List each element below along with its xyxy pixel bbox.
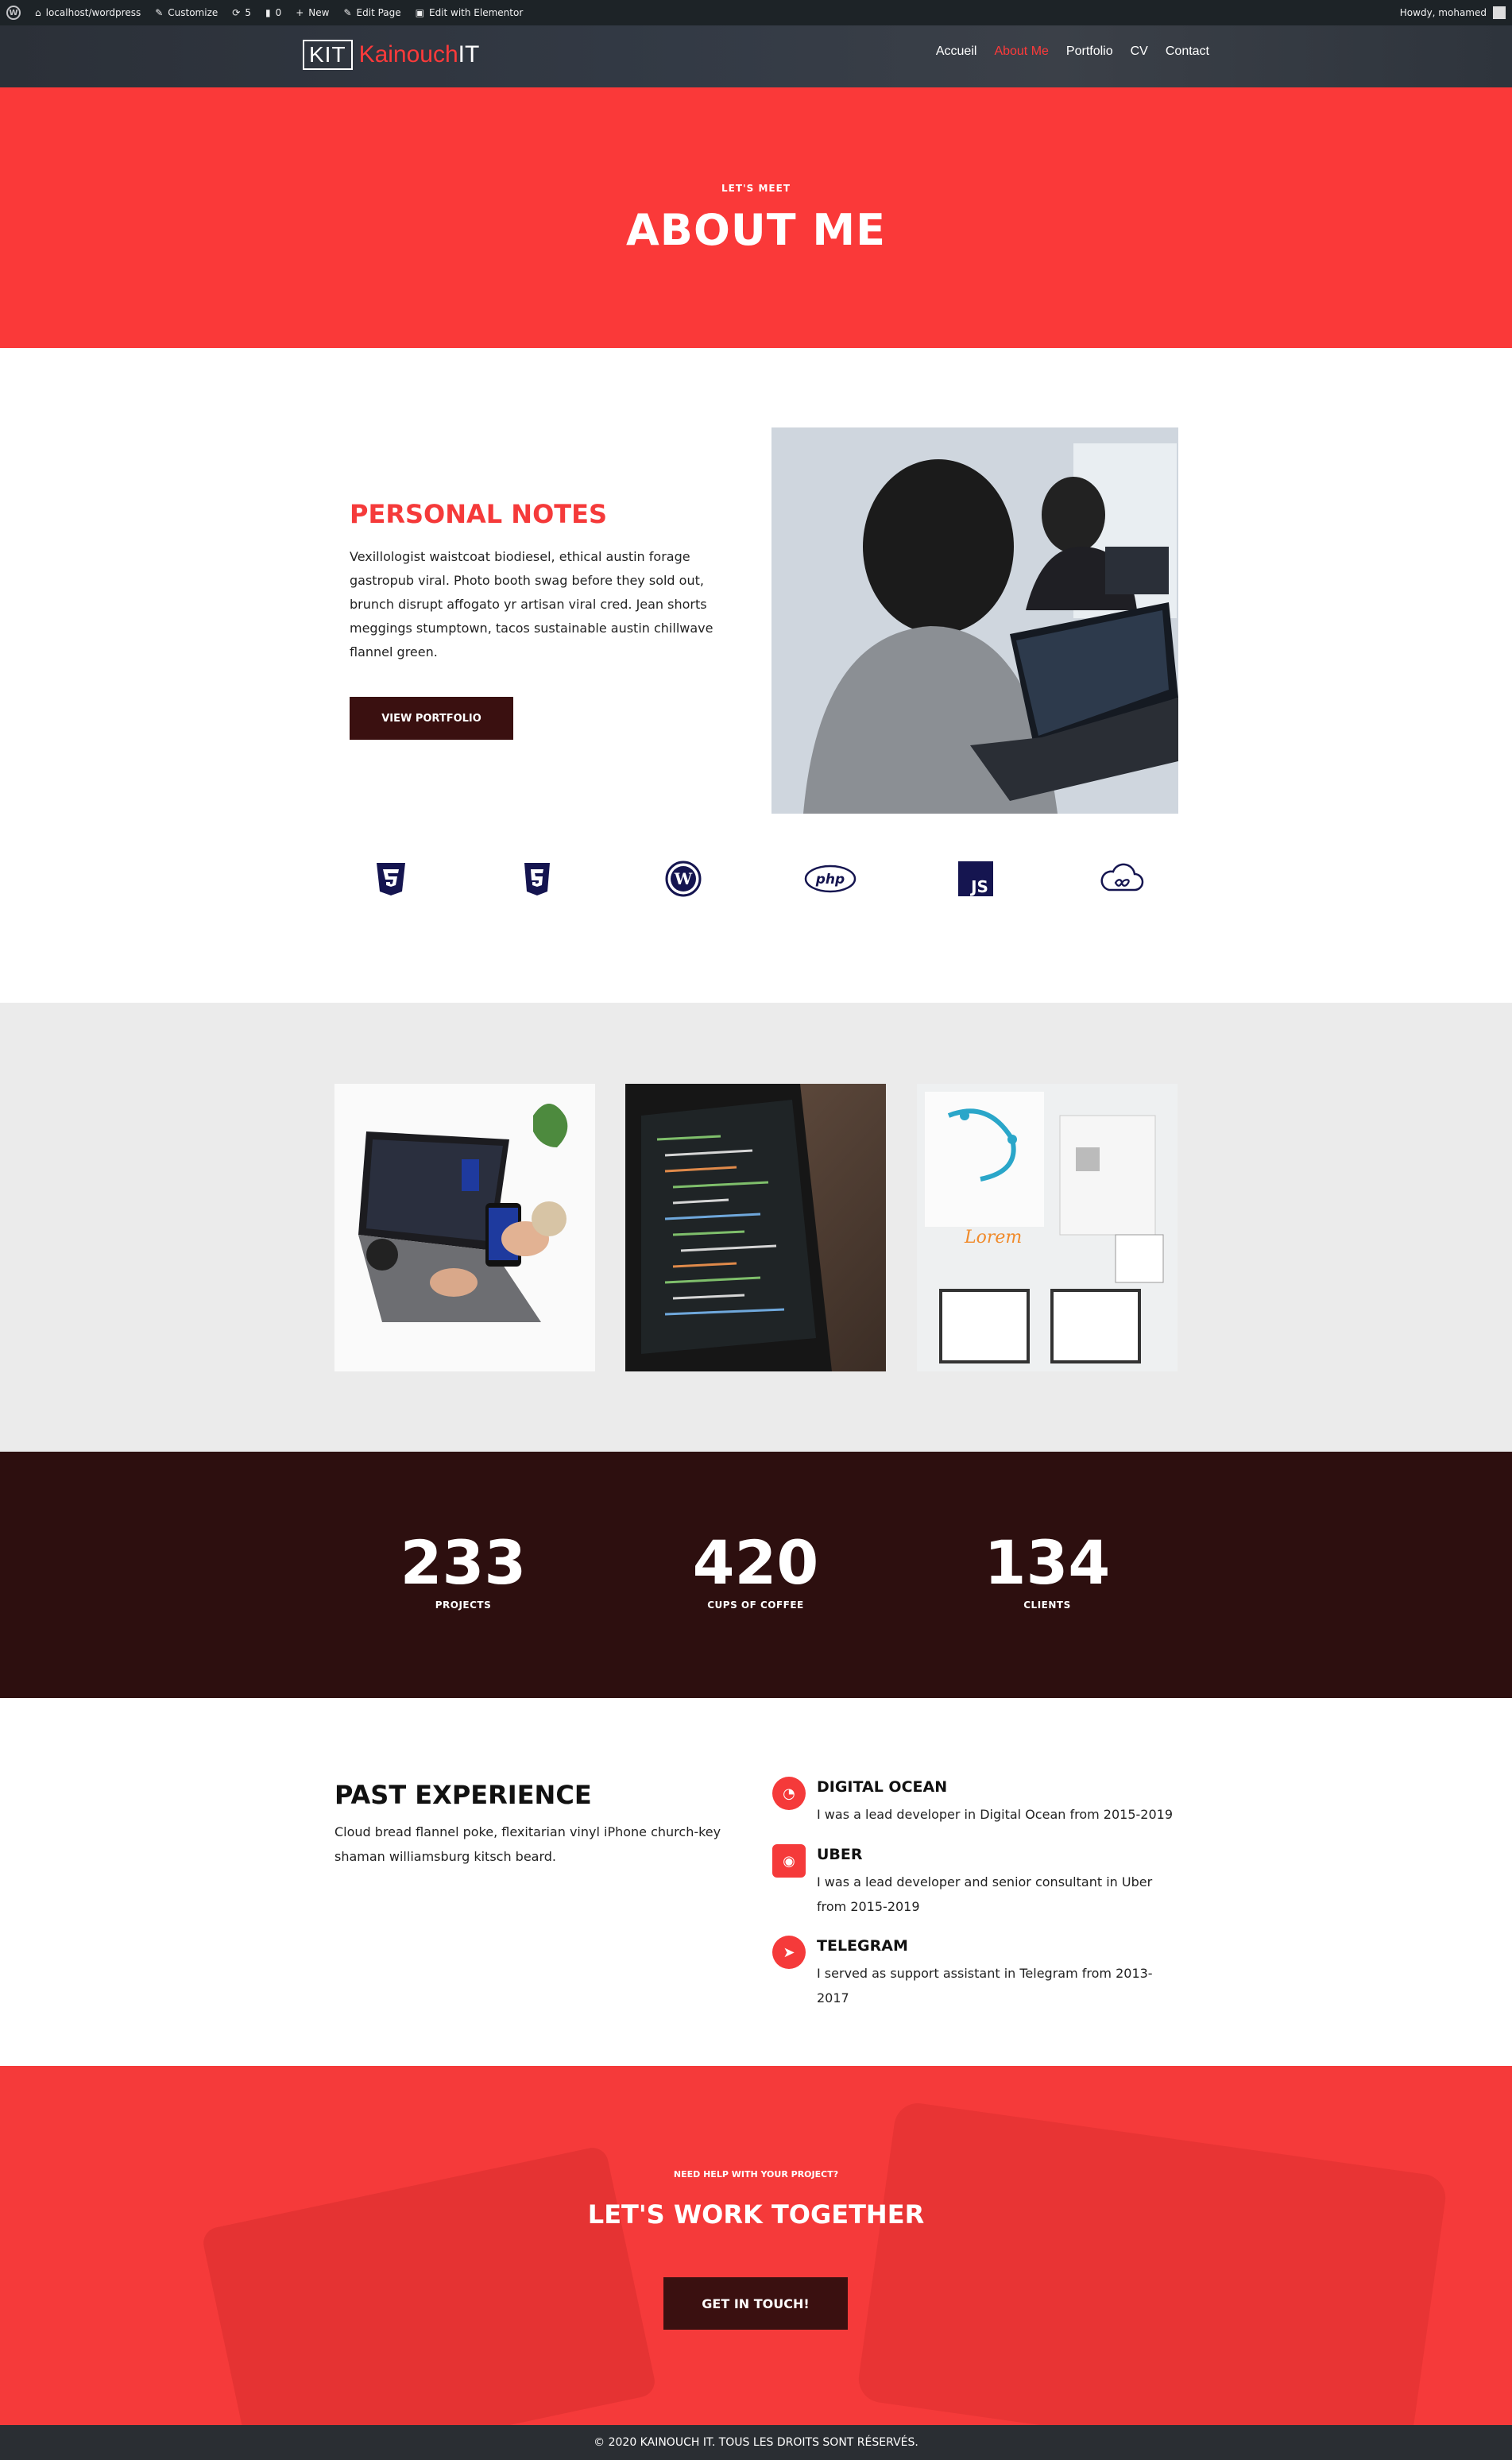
- developer-photo-illustration: [771, 427, 1178, 814]
- experience-item-title: UBER: [817, 1846, 863, 1863]
- home-icon: ⌂: [35, 7, 41, 18]
- html5-icon: [516, 858, 558, 899]
- customize-label: Customize: [168, 7, 218, 18]
- nav-item-accueil[interactable]: Accueil: [936, 44, 977, 59]
- cta-title: LET'S WORK TOGETHER: [587, 2199, 925, 2230]
- personal-notes-text: Vexillologist waistcoat biodiesel, ethic…: [350, 549, 713, 659]
- wp-admin-bar: W ⌂ localhost/wordpress ✎ Customize ⟳ 5 …: [0, 0, 1512, 25]
- logo-box: KIT: [303, 40, 353, 70]
- digital-ocean-icon: ◔: [772, 1777, 806, 1810]
- pencil-icon: ✎: [343, 7, 352, 18]
- comment-icon: ▮: [265, 7, 271, 18]
- main-nav: Accueil About Me Portfolio CV Contact: [936, 44, 1209, 59]
- cta-section: NEED HELP WITH YOUR PROJECT? LET'S WORK …: [0, 2066, 1512, 2425]
- php-icon: php: [804, 858, 857, 899]
- gallery-section: Lorem: [0, 1003, 1512, 1452]
- experience-item-title: TELEGRAM: [817, 1937, 908, 1955]
- stat-label: PROJECTS: [435, 1599, 492, 1611]
- comments-link[interactable]: ▮ 0: [265, 0, 281, 25]
- cta-kicker: NEED HELP WITH YOUR PROJECT?: [673, 2169, 839, 2180]
- experience-item: ➤ TELEGRAM I served as support assistant…: [772, 1936, 1185, 2006]
- new-content-link[interactable]: + New: [296, 0, 329, 25]
- howdy-label: Howdy, mohamed: [1399, 7, 1487, 18]
- stat-projects: 233 PROJECTS: [364, 1531, 563, 1611]
- avatar: [1493, 6, 1506, 19]
- plus-icon: +: [296, 7, 304, 18]
- stat-value: 420: [692, 1527, 819, 1598]
- experience-item-desc: I was a lead developer in Digital Ocean …: [817, 1807, 1173, 1822]
- experience-item-desc: I was a lead developer and senior consul…: [817, 1874, 1153, 1914]
- experience-item: ◉ UBER I was a lead developer and senior…: [772, 1844, 1185, 1924]
- gallery-image-code-laptop: [625, 1084, 886, 1371]
- past-experience-text: Cloud bread flannel poke, flexitarian vi…: [334, 1824, 721, 1864]
- css3-icon: [370, 858, 412, 899]
- copyright-text: © 2020 KAINOUCH IT. TOUS LES DROITS SONT…: [594, 2436, 918, 2449]
- edit-elementor-link[interactable]: ▣ Edit with Elementor: [416, 0, 524, 25]
- nav-item-cv[interactable]: CV: [1131, 44, 1148, 59]
- nav-item-portfolio[interactable]: Portfolio: [1066, 44, 1113, 59]
- edit-page-label: Edit Page: [356, 7, 401, 18]
- stat-value: 134: [984, 1527, 1111, 1598]
- uber-icon: ◉: [772, 1844, 806, 1878]
- stat-cups-of-coffee: 420 CUPS OF COFFEE: [656, 1531, 855, 1611]
- site-header: KIT KainouchIT Accueil About Me Portfoli…: [0, 25, 1512, 87]
- stat-value: 233: [400, 1527, 527, 1598]
- experience-item: ◔ DIGITAL OCEAN I was a lead developer i…: [772, 1777, 1185, 1824]
- technology-icons: W php JS: [0, 858, 1512, 903]
- site-name-link[interactable]: ⌂ localhost/wordpress: [35, 0, 141, 25]
- customize-link[interactable]: ✎ Customize: [155, 0, 218, 25]
- stat-clients: 134 CLIENTS: [948, 1531, 1147, 1611]
- gallery-image-laptop-phone: [334, 1084, 595, 1371]
- site-footer: © 2020 KAINOUCH IT. TOUS LES DROITS SONT…: [0, 2425, 1512, 2460]
- edit-page-link[interactable]: ✎ Edit Page: [343, 0, 400, 25]
- updates-count: 5: [245, 7, 251, 18]
- stat-label: CLIENTS: [1023, 1599, 1071, 1611]
- edit-elementor-label: Edit with Elementor: [428, 7, 524, 18]
- personal-notes-title: PERSONAL NOTES: [350, 499, 607, 529]
- cta-background-shape: [200, 2145, 658, 2425]
- nav-item-about-me[interactable]: About Me: [994, 44, 1048, 59]
- experience-item-desc: I served as support assistant in Telegra…: [817, 1966, 1153, 2006]
- wordpress-icon: W: [663, 858, 704, 899]
- get-in-touch-button[interactable]: GET IN TOUCH!: [663, 2277, 848, 2330]
- logo-name-part-a: Kainouch: [358, 41, 458, 68]
- svg-text:php: php: [815, 872, 845, 888]
- telegram-icon: ➤: [772, 1936, 806, 1969]
- experience-item-title: DIGITAL OCEAN: [817, 1778, 948, 1796]
- svg-text:JS: JS: [969, 877, 988, 896]
- logo-name: KainouchIT: [359, 41, 480, 68]
- gallery-image-ux-wireframes: Lorem: [917, 1084, 1178, 1371]
- wordpress-logo-icon: W: [6, 6, 21, 20]
- hero-kicker: LET'S MEET: [721, 183, 791, 194]
- stat-label: CUPS OF COFFEE: [707, 1599, 804, 1611]
- brush-icon: ✎: [155, 7, 164, 18]
- past-experience-title: PAST EXPERIENCE: [334, 1780, 592, 1810]
- updates-link[interactable]: ⟳ 5: [232, 0, 251, 25]
- cta-background-shape: [855, 2100, 1449, 2425]
- logo-name-part-b: IT: [458, 41, 480, 68]
- wordpress-menu[interactable]: W: [6, 0, 21, 25]
- site-logo[interactable]: KIT KainouchIT: [303, 40, 479, 70]
- cloud-icon: [1098, 858, 1144, 899]
- svg-text:W: W: [674, 869, 693, 888]
- javascript-icon: JS: [955, 858, 996, 899]
- user-account-menu[interactable]: Howdy, mohamed: [1400, 6, 1506, 19]
- nav-item-contact[interactable]: Contact: [1166, 44, 1209, 59]
- elementor-icon: ▣: [415, 7, 424, 18]
- developer-photo: [771, 427, 1178, 814]
- stats-section: 233 PROJECTS 420 CUPS OF COFFEE 134 CLIE…: [0, 1452, 1512, 1698]
- comments-count: 0: [275, 7, 282, 18]
- view-portfolio-button[interactable]: VIEW PORTFOLIO: [350, 697, 513, 740]
- svg-text:Lorem: Lorem: [964, 1228, 1022, 1247]
- new-label: New: [308, 7, 330, 18]
- updates-icon: ⟳: [232, 7, 241, 18]
- hero-section: LET'S MEET ABOUT ME: [0, 87, 1512, 348]
- site-name-label: localhost/wordpress: [45, 7, 141, 18]
- page-title: ABOUT ME: [626, 205, 886, 255]
